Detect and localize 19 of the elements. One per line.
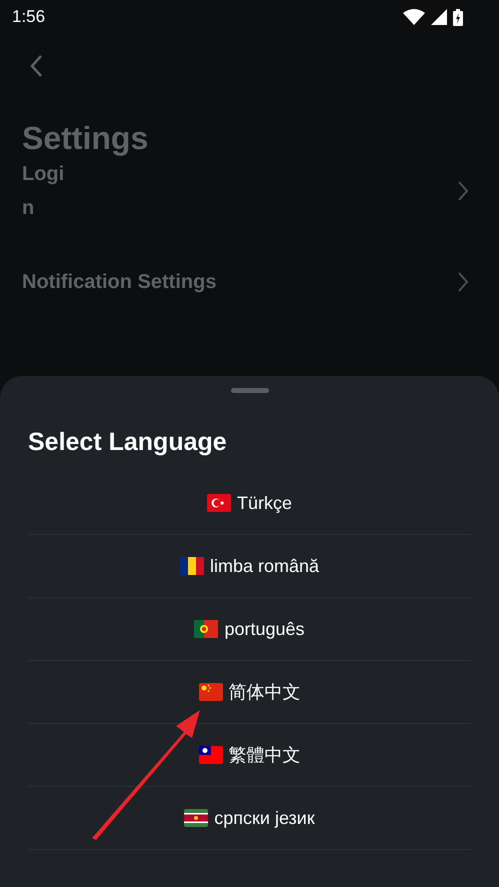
flag-icon — [198, 683, 222, 701]
drag-handle[interactable] — [230, 388, 268, 393]
chevron-icon — [457, 271, 469, 293]
sheet-title: Select Language — [28, 428, 228, 457]
chevron-icon — [457, 180, 469, 202]
page-title: Settings — [22, 120, 150, 157]
flag-icon — [206, 494, 231, 512]
flag-icon — [180, 557, 204, 575]
status-time: 1:56 — [12, 7, 46, 27]
language-option[interactable]: Türkçe — [28, 472, 471, 535]
wifi-icon — [403, 9, 425, 25]
flag-icon — [198, 746, 222, 764]
battery-icon — [453, 8, 463, 26]
language-option[interactable]: português — [28, 598, 471, 661]
back-icon[interactable] — [29, 54, 43, 78]
signal-icon — [431, 9, 447, 25]
flag-icon — [184, 809, 208, 827]
flag-icon — [194, 620, 218, 638]
language-option[interactable]: limba română — [28, 535, 471, 598]
